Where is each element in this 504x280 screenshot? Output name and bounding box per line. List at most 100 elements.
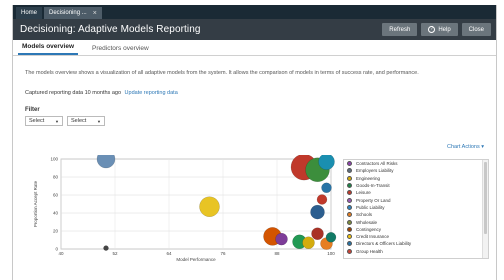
x-axis-label: Model Performance [176,257,216,262]
x-tick-label: 40 [58,251,64,256]
legend-swatch [347,219,352,225]
legend-label: Group Health [356,248,383,254]
legend-swatch [347,204,352,210]
legend-item[interactable]: Contractors All Risks [344,160,488,167]
close-button[interactable]: Close [461,23,491,36]
legend-label: Contingency [356,226,382,232]
help-button-label: Help [438,26,451,33]
bubble-point [316,194,328,205]
legend-scrollbar[interactable] [482,160,488,258]
legend-item[interactable]: Employers Liability [344,167,488,174]
filter-select-1-value: Select [29,118,45,124]
legend-swatch [347,175,352,181]
tab-strip: Home Decisioning ... × [13,5,496,19]
legend-label: Property Or Land [356,197,391,203]
legend-label: Credit Insurance [356,234,390,240]
legend-label: Leisure [356,190,371,196]
tab-models-overview[interactable]: Models overview [18,43,79,55]
filter-label: Filter [25,107,40,113]
legend-swatch [347,248,352,254]
legend-swatch [347,183,352,189]
legend-swatch [347,168,352,174]
update-reporting-link[interactable]: Update reporting data [125,90,178,96]
bubble-point [103,245,109,251]
x-tick-label: 88 [274,251,280,256]
page-title: Decisioning: Adaptive Models Reporting [20,24,201,35]
bubble-point [318,155,335,170]
legend-scroll-thumb[interactable] [484,162,487,234]
legend-item[interactable]: Directors & Officers Liability [344,240,488,247]
y-tick-label: 100 [50,157,58,162]
legend-swatch [347,234,352,240]
chart-area: 0 20 40 60 80 100 40 52 64 76 88 100 Model Performan… [25,155,489,280]
legend-label: Schools [356,212,373,218]
legend-swatch [347,197,352,203]
legend-item[interactable]: Goods-In-Transit [344,182,488,189]
legend-item[interactable]: Contingency [344,226,488,233]
legend-label: Engineering [356,175,381,181]
x-tick-label: 76 [220,251,226,256]
legend-item[interactable]: Public Liability [344,204,488,211]
chart-legend: Contractors All Risks Employers Liability… [343,159,489,259]
legend-label: Employers Liability [356,168,394,174]
subtab-bar: Models overview Predictors overview [13,40,496,56]
legend-swatch [347,212,352,218]
help-button[interactable]: ? Help [421,23,458,36]
legend-item[interactable]: Leisure [344,189,488,196]
tab-decisioning-label: Decisioning ... [49,10,87,16]
help-icon: ? [428,26,436,33]
y-tick-label: 60 [53,193,59,198]
bubble-point [199,196,220,217]
legend-label: Goods-In-Transit [356,183,390,189]
y-axis-label: Proportion Accept Rate [33,180,38,227]
bubble-point [302,236,315,249]
caret-down-icon: ▾ [481,144,484,150]
legend-label: Contractors All Risks [356,161,398,167]
tab-home[interactable]: Home [16,7,43,19]
tab-home-label: Home [21,10,38,16]
refresh-button[interactable]: Refresh [382,23,418,36]
y-tick-label: 40 [53,211,59,216]
bubble-point [325,232,337,243]
bubble-point [321,182,332,194]
bubble-point [275,232,288,246]
chart-actions-label: Chart Actions [446,144,480,150]
x-tick-label: 52 [112,251,118,256]
legend-item[interactable]: Credit Insurance [344,233,488,240]
legend-swatch [347,241,352,247]
close-tab-icon[interactable]: × [93,10,97,17]
chevron-down-icon: ▼ [55,118,59,124]
legend-item[interactable]: Wholesale [344,218,488,225]
bubble-point [310,204,325,220]
legend-label: Directors & Officers Liability [356,241,412,247]
legend-item[interactable]: Engineering [344,175,488,182]
filter-select-1[interactable]: Select ▼ [25,116,63,126]
legend-swatch [347,226,352,232]
legend-label: Public Liability [356,204,385,210]
legend-label: Wholesale [356,219,378,225]
captured-text: Captured reporting data 10 months ago [25,90,122,96]
overview-description: The models overview shows a visualizatio… [25,70,419,76]
plot-area [60,158,332,250]
legend-item[interactable]: Group Health [344,248,488,255]
chart-actions-menu[interactable]: Chart Actions ▾ [447,144,484,150]
chevron-down-icon: ▼ [97,118,101,124]
bubble-point [311,227,324,240]
header-bar: Decisioning: Adaptive Models Reporting R… [13,19,496,40]
tab-predictors-overview[interactable]: Predictors overview [88,45,153,55]
x-tick-label: 64 [166,251,172,256]
bubble-chart: 02040608010040 52 64 76 88 100Model Performan… [33,155,337,262]
legend-item[interactable]: Property Or Land [344,196,488,203]
y-tick-label: 80 [53,175,59,180]
legend-swatch [347,190,352,196]
tab-decisioning[interactable]: Decisioning ... × [44,7,102,19]
x-tick-label: 100 [327,251,335,256]
filter-selects: Select ▼ Select ▼ [25,116,484,126]
main-content: The models overview shows a visualizatio… [13,70,496,126]
y-tick-label: 20 [53,229,59,234]
captured-info: Captured reporting data 10 months ago Up… [25,90,484,96]
filter-select-2-value: Select [71,118,87,124]
legend-swatch [347,161,352,167]
legend-item[interactable]: Schools [344,211,488,218]
filter-select-2[interactable]: Select ▼ [67,116,105,126]
